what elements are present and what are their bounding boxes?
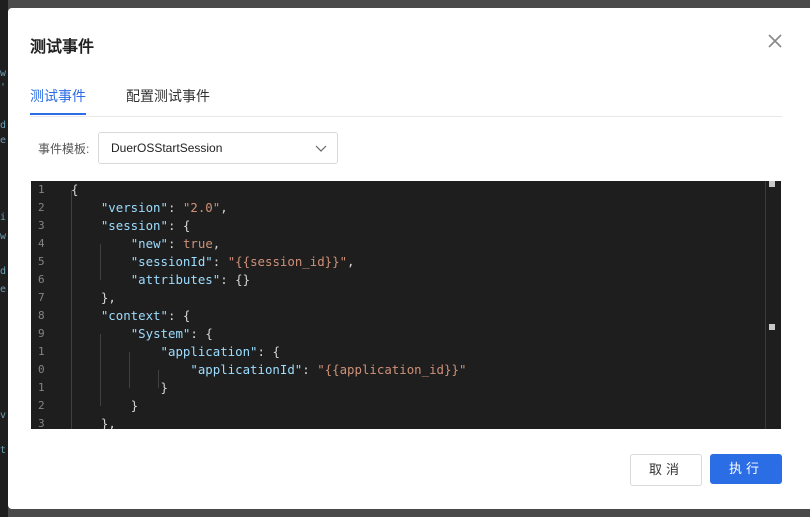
chevron-down-icon: [315, 145, 327, 152]
code-line: "session": {: [100, 218, 191, 233]
code-line: "attributes": {}: [130, 272, 251, 287]
line-number: 3: [38, 219, 45, 232]
code-line: "System": {: [130, 326, 213, 341]
code-line: }: [130, 398, 139, 413]
json-code-editor[interactable]: 1 2 3 4 5 6 7 8 9 1 0 1 2 3 { "version":…: [31, 181, 781, 429]
line-number: 1: [38, 183, 45, 196]
code-line: {: [71, 182, 79, 197]
scrollbar-marker: [769, 324, 775, 330]
code-line: }: [160, 380, 168, 395]
line-number: 0: [38, 363, 45, 376]
close-button[interactable]: [764, 30, 786, 52]
tab-configure-test-event[interactable]: 配置测试事件: [126, 86, 210, 106]
cancel-button[interactable]: 取消: [630, 454, 702, 486]
tab-bar: 测试事件 配置测试事件: [30, 78, 782, 117]
line-number: 1: [38, 345, 45, 358]
code-line: "context": {: [100, 308, 191, 323]
line-number: 2: [38, 399, 45, 412]
event-template-value: DuerOSStartSession: [111, 141, 223, 155]
event-template-label: 事件模板:: [38, 142, 90, 156]
line-number: 3: [38, 417, 45, 429]
test-event-dialog: 测试事件 测试事件 配置测试事件 事件模板: DuerOSStartSessio…: [8, 8, 810, 509]
code-line: "sessionId": "{{session_id}}",: [130, 254, 355, 269]
background-code-editor: w ' d e i w d e v t: [0, 0, 8, 517]
line-number: 8: [38, 309, 45, 322]
close-icon: [768, 34, 782, 48]
line-number: 2: [38, 201, 45, 214]
event-template-select[interactable]: DuerOSStartSession: [98, 132, 338, 164]
active-tab-indicator: [30, 113, 86, 115]
code-line: },: [100, 290, 116, 305]
tab-test-event[interactable]: 测试事件: [30, 86, 86, 106]
editor-scrollbar-track[interactable]: [765, 181, 766, 429]
line-number: 7: [38, 291, 45, 304]
code-line: "applicationId": "{{application_id}}": [190, 362, 467, 377]
code-line: "application": {: [160, 344, 280, 359]
dialog-title: 测试事件: [30, 39, 95, 56]
code-line: "version": "2.0",: [100, 200, 228, 215]
line-number: 5: [38, 255, 45, 268]
line-number: 9: [38, 327, 45, 340]
run-button[interactable]: 执行: [710, 454, 782, 484]
line-number-gutter: 1 2 3 4 5 6 7 8 9 1 0 1 2 3: [31, 181, 57, 429]
scrollbar-marker: [769, 181, 775, 187]
line-number: 6: [38, 273, 45, 286]
code-line: },: [100, 416, 116, 429]
line-number: 4: [38, 237, 45, 250]
code-line: "new": true,: [130, 236, 221, 251]
line-number: 1: [38, 381, 45, 394]
